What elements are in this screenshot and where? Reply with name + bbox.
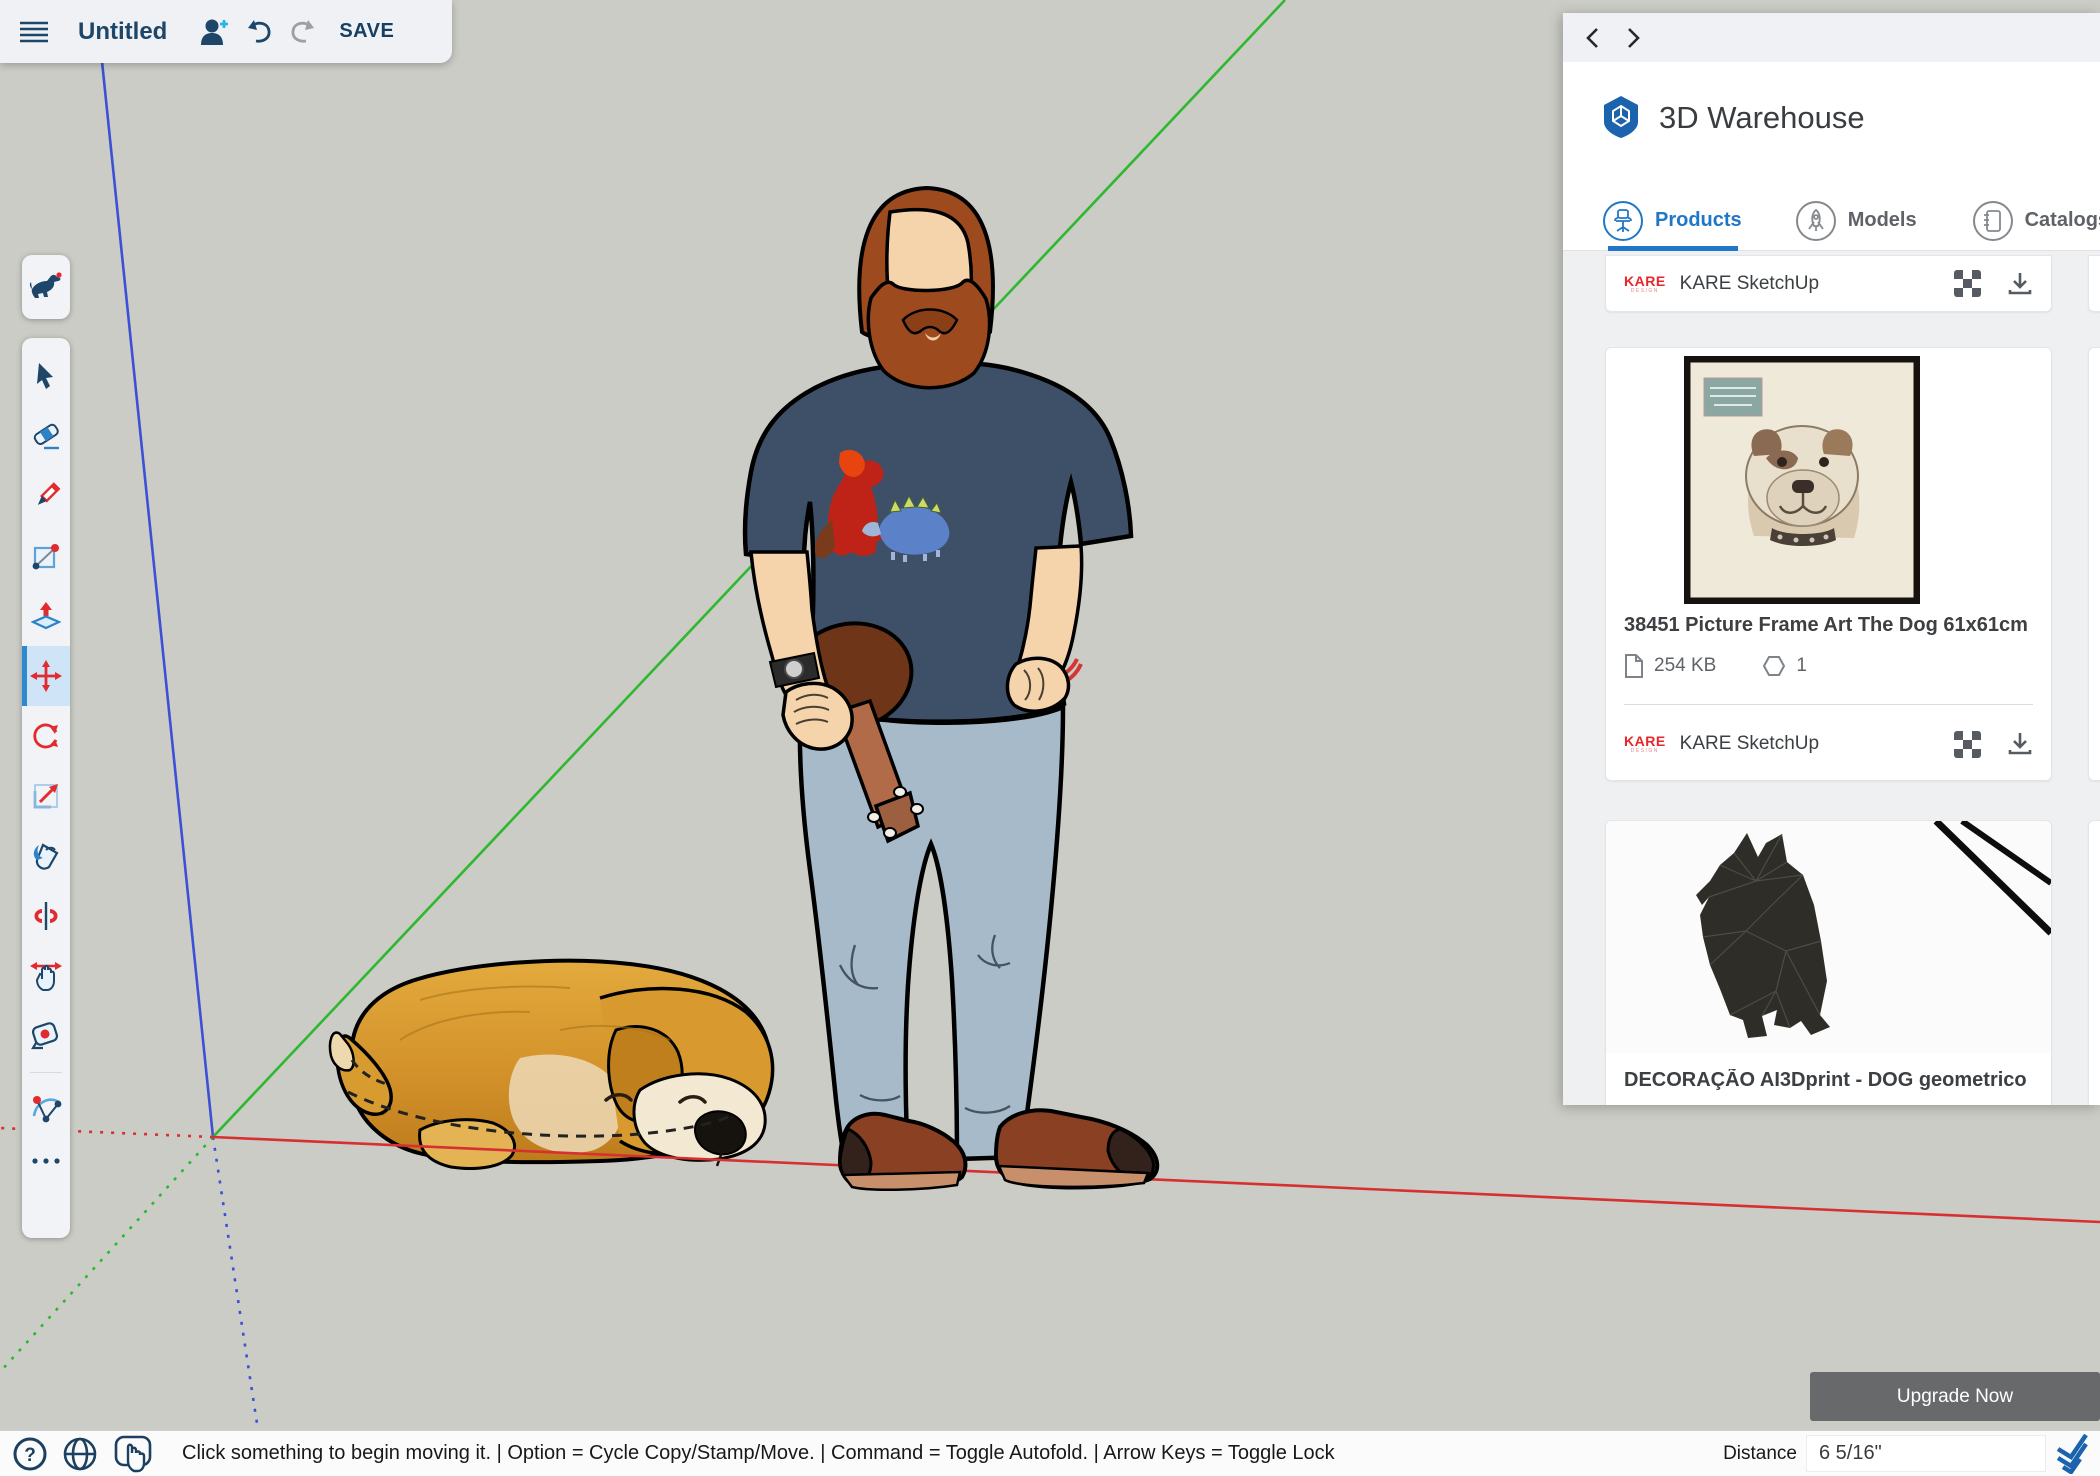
checker-icon[interactable] xyxy=(1954,731,1981,758)
pan-tool[interactable] xyxy=(22,946,70,1006)
back-icon[interactable] xyxy=(1585,27,1600,49)
geometric-dog-image xyxy=(1606,821,2051,1053)
product-meta: 254 KB 1 xyxy=(1624,654,1807,678)
redo-icon[interactable] xyxy=(281,10,325,54)
toolbar xyxy=(22,338,70,1238)
tape-measure-tool[interactable] xyxy=(22,1006,70,1066)
polygon-count: 1 xyxy=(1796,655,1807,677)
card-divider xyxy=(1624,704,2033,705)
more-tools-button[interactable] xyxy=(22,1139,70,1183)
catalog-icon xyxy=(1973,201,2013,241)
product-title[interactable]: DECORAÇÃO AI3Dprint - DOG geometrico xyxy=(1624,1069,2033,1092)
vendor-name: KARE SketchUp xyxy=(1680,733,1819,755)
checker-icon[interactable] xyxy=(1954,270,1981,297)
download-icon[interactable] xyxy=(2007,271,2033,297)
move-tool[interactable] xyxy=(22,646,70,706)
kare-logo: KARE DESIGN xyxy=(1624,734,1666,754)
upgrade-now-button[interactable]: Upgrade Now xyxy=(1810,1372,2100,1421)
topbar: Untitled SAVE xyxy=(0,0,452,63)
warehouse-logo xyxy=(1599,94,1643,142)
sketchup-logo xyxy=(2052,1434,2092,1474)
save-button[interactable]: SAVE xyxy=(339,20,394,43)
product-card-clipped[interactable] xyxy=(2088,255,2100,312)
document-title[interactable]: Untitled xyxy=(78,18,167,46)
statusbar: ? Click something to begin moving it. | … xyxy=(0,1430,2100,1476)
file-icon xyxy=(1624,654,1644,678)
product-card-clipped[interactable] xyxy=(2088,347,2100,781)
arc-tool[interactable] xyxy=(22,1079,70,1139)
add-person-icon[interactable] xyxy=(193,10,237,54)
product-card-partial[interactable]: KARE DESIGN KARE SketchUp xyxy=(1605,255,2052,312)
bulldog-frame-image xyxy=(1684,356,1920,604)
click-hand-icon[interactable] xyxy=(114,1435,156,1473)
undo-icon[interactable] xyxy=(237,10,281,54)
tab-catalogs[interactable]: Catalogs xyxy=(1973,201,2100,241)
paint-bucket-tool[interactable] xyxy=(22,826,70,886)
file-size: 254 KB xyxy=(1654,655,1716,677)
card-footer: KARE DESIGN KARE SketchUp xyxy=(1606,720,2051,768)
globe-icon[interactable] xyxy=(62,1436,98,1472)
shapes-tool[interactable] xyxy=(22,526,70,586)
hexagon-icon xyxy=(1762,655,1786,677)
help-icon[interactable]: ? xyxy=(12,1436,48,1472)
product-card-clipped[interactable] xyxy=(2088,820,2100,1105)
warehouse-panel: 3D Warehouse Products Models xyxy=(1563,13,2100,1105)
product-card[interactable]: 38451 Picture Frame Art The Dog 61x61cm … xyxy=(1605,347,2052,781)
kare-logo: KARE DESIGN xyxy=(1624,274,1666,294)
panel-results: KARE DESIGN KARE SketchUp xyxy=(1563,251,2100,1105)
tab-models[interactable]: Models xyxy=(1796,201,1917,241)
download-icon[interactable] xyxy=(2007,731,2033,757)
tab-catalogs-label: Catalogs xyxy=(2025,209,2100,232)
product-card[interactable]: DECORAÇÃO AI3Dprint - DOG geometrico xyxy=(1605,820,2052,1105)
status-message: Click something to begin moving it. | Op… xyxy=(182,1442,1335,1465)
tab-models-label: Models xyxy=(1848,209,1917,232)
distance-input[interactable] xyxy=(1806,1435,2046,1472)
forward-icon[interactable] xyxy=(1626,27,1641,49)
distance-label: Distance xyxy=(1700,1443,1797,1465)
rotate-tool[interactable] xyxy=(22,706,70,766)
product-title[interactable]: 38451 Picture Frame Art The Dog 61x61cm … xyxy=(1624,614,2033,637)
tab-products[interactable]: Products xyxy=(1603,201,1742,241)
panel-header: 3D Warehouse Products Models xyxy=(1563,62,2100,251)
panel-nav-strip xyxy=(1563,13,2100,62)
chair-icon xyxy=(1603,201,1643,241)
product-thumbnail[interactable] xyxy=(1684,356,1920,604)
product-thumbnail[interactable] xyxy=(1606,821,2051,1053)
hamburger-icon[interactable] xyxy=(12,10,56,54)
push-pull-tool[interactable] xyxy=(22,586,70,646)
dog-icon xyxy=(28,272,64,302)
rocket-icon xyxy=(1796,201,1836,241)
pencil-tool[interactable] xyxy=(22,466,70,526)
sketchup-ai-dog-button[interactable] xyxy=(22,255,70,319)
panel-title: 3D Warehouse xyxy=(1659,100,1865,136)
flip-tool[interactable] xyxy=(22,886,70,946)
vendor-name: KARE SketchUp xyxy=(1680,273,1819,295)
sleeping-puppy-model[interactable] xyxy=(330,961,773,1169)
panel-tabs: Products Models Catalogs xyxy=(1563,190,2100,251)
select-tool[interactable] xyxy=(22,346,70,406)
svg-text:?: ? xyxy=(24,1445,36,1466)
scale-tool[interactable] xyxy=(22,766,70,826)
eraser-tool[interactable] xyxy=(22,406,70,466)
sketchup-app: Untitled SAVE xyxy=(0,0,2100,1476)
tab-products-label: Products xyxy=(1655,209,1742,232)
man-figure-model[interactable] xyxy=(745,188,1157,1190)
toolbar-divider xyxy=(30,1072,62,1073)
